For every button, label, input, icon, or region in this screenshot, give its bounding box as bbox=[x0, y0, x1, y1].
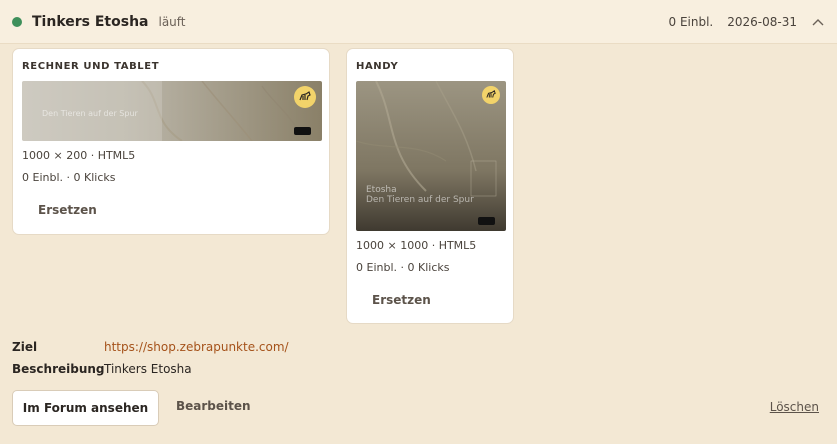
card-title: RECHNER UND TABLET bbox=[22, 61, 160, 72]
banner-cta-button bbox=[294, 127, 311, 135]
description-value: Tinkers Etosha bbox=[104, 362, 192, 376]
square-cta-button bbox=[478, 217, 495, 225]
header-meta: 0 Einbl. 2026-08-31 bbox=[669, 15, 826, 29]
target-label: Ziel bbox=[12, 340, 38, 354]
campaign-title: Tinkers Etosha bbox=[32, 13, 149, 30]
square-image bbox=[356, 81, 506, 231]
replace-button[interactable]: Ersetzen bbox=[372, 293, 431, 307]
creative-stats: 0 Einbl. · 0 Klicks bbox=[356, 261, 450, 274]
creative-spec: 1000 × 200 · HTML5 bbox=[22, 149, 136, 162]
status-text: läuft bbox=[158, 14, 186, 29]
replace-button[interactable]: Ersetzen bbox=[38, 203, 97, 217]
description-label: Beschreibung bbox=[12, 362, 105, 376]
banner-headline: Den Tieren auf der Spur bbox=[42, 109, 138, 118]
creative-spec: 1000 × 1000 · HTML5 bbox=[356, 239, 477, 252]
status-dot-icon bbox=[12, 16, 22, 27]
delete-button[interactable]: Löschen bbox=[770, 400, 819, 414]
header-date: 2026-08-31 bbox=[727, 14, 797, 29]
campaign-header[interactable]: Tinkers Etosha läuft 0 Einbl. 2026-08-31 bbox=[0, 0, 837, 44]
creative-preview-square[interactable]: Etosha Den Tieren auf der Spur bbox=[356, 81, 506, 231]
creative-card-desktop: RECHNER UND TABLET Den Tieren auf der Sp… bbox=[12, 48, 330, 235]
zebra-logo-icon bbox=[482, 86, 500, 104]
target-url-link[interactable]: https://shop.zebrapunkte.com/ bbox=[104, 340, 289, 354]
square-headline-subtitle: Den Tieren auf der Spur bbox=[366, 195, 474, 205]
edit-button[interactable]: Bearbeiten bbox=[176, 399, 251, 413]
creative-preview-banner[interactable]: Den Tieren auf der Spur bbox=[22, 81, 322, 141]
card-title: HANDY bbox=[356, 61, 399, 72]
chevron-up-icon[interactable] bbox=[811, 15, 825, 29]
creative-stats: 0 Einbl. · 0 Klicks bbox=[22, 171, 116, 184]
zebra-logo-icon bbox=[294, 86, 316, 108]
creative-card-mobile: HANDY Etosha Den Tieren auf der Spur 100… bbox=[346, 48, 514, 324]
square-headline-title: Etosha bbox=[366, 185, 397, 195]
header-impressions: 0 Einbl. bbox=[668, 14, 714, 29]
view-in-forum-button[interactable]: Im Forum ansehen bbox=[12, 390, 159, 426]
